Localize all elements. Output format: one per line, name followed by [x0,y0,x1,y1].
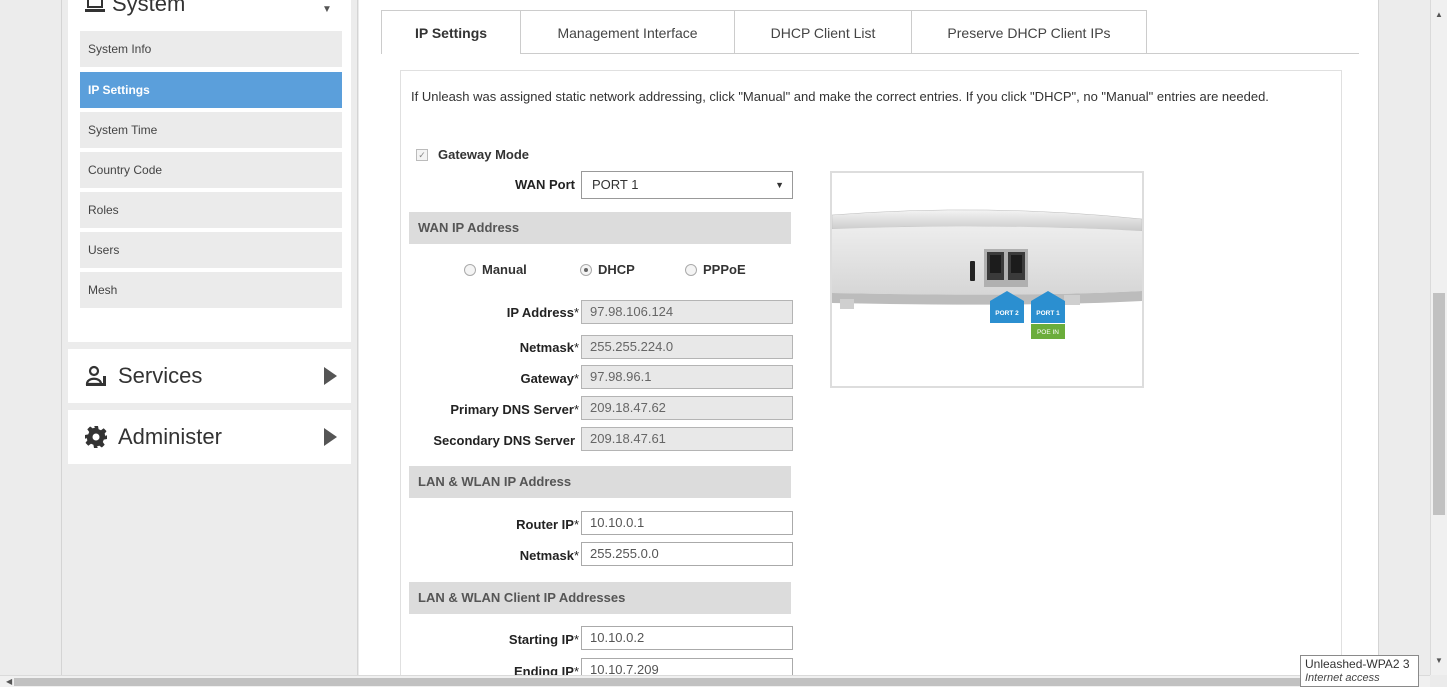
gateway-mode-row: ✓ Gateway Mode [416,147,529,162]
network-name: Unleashed-WPA2 3 [1305,657,1410,671]
horizontal-scroll-thumb[interactable] [14,678,1314,686]
administer-label: Administer [118,424,222,449]
vertical-scroll-thumb[interactable] [1433,293,1445,515]
sidebar-item-system-info[interactable]: System Info [80,31,342,67]
right-gutter [1378,0,1430,675]
tab-underline [381,53,1359,54]
netmask-label: Netmask* [519,340,579,355]
gear-icon [85,426,107,448]
radio-manual[interactable]: Manual [464,262,527,277]
device-port-image: PORT 2 PORT 1 POE IN [830,171,1144,388]
sidebar-item-mesh[interactable]: Mesh [80,272,342,308]
services-label: Services [118,363,203,388]
gateway-mode-checkbox[interactable]: ✓ [416,148,428,161]
radio-pppoe-label: PPPoE [703,262,746,277]
scroll-up-icon[interactable]: ▲ [1435,10,1443,19]
network-status: Internet access [1305,672,1380,684]
sidebar-item-system-time[interactable]: System Time [80,112,342,148]
radio-dhcp-label: DHCP [598,262,635,277]
sidebar: System ▼ System Info IP Settings System … [61,0,358,675]
sidebar-item-ip-settings[interactable]: IP Settings [80,72,342,108]
primary-dns-field[interactable]: 209.18.47.62 [581,396,793,420]
router-ip-label: Router IP* [516,517,579,532]
tab-preserve-dhcp-client-ips[interactable]: Preserve DHCP Client IPs [911,10,1147,54]
administer-section-button[interactable]: Administer [68,410,351,464]
scroll-left-icon[interactable]: ◀ [6,677,12,686]
page: System ▼ System Info IP Settings System … [0,0,1447,687]
laptop-icon [85,0,105,12]
ip-address-field[interactable]: 97.98.106.124 [581,300,793,324]
lan-ip-section-header: LAN & WLAN IP Address [409,466,791,498]
access-point-illustration: PORT 2 PORT 1 POE IN [832,209,1142,339]
expand-arrow-icon [324,428,337,446]
horizontal-scrollbar[interactable]: ◀ [0,675,1430,687]
sidebar-item-country-code[interactable]: Country Code [80,152,342,188]
tab-management-interface[interactable]: Management Interface [520,10,735,54]
gateway-label: Gateway* [520,371,579,386]
lan-netmask-field[interactable]: 255.255.0.0 [581,542,793,566]
radio-pppoe[interactable]: PPPoE [685,262,746,277]
intro-text: If Unleash was assigned static network a… [411,89,1269,104]
primary-dns-label: Primary DNS Server* [450,402,579,417]
radio-dhcp-button[interactable] [580,263,592,276]
wan-port-select[interactable]: PORT 1 ▼ [581,171,793,199]
chevron-down-icon[interactable]: ▼ [322,4,332,15]
wan-port-label: WAN Port [515,177,575,192]
sidebar-item-roles[interactable]: Roles [80,192,342,228]
gateway-field[interactable]: 97.98.96.1 [581,365,793,389]
ip-address-label: IP Address* [506,305,579,320]
secondary-dns-label: Secondary DNS Server [433,433,575,448]
dropdown-arrow-icon: ▼ [775,180,784,190]
router-ip-field[interactable]: 10.10.0.1 [581,511,793,535]
tab-dhcp-client-list[interactable]: DHCP Client List [734,10,912,54]
radio-manual-label: Manual [482,262,527,277]
network-tooltip: Unleashed-WPA2 3 Internet access [1300,655,1419,687]
poe-in-label: POE IN [1037,329,1059,336]
services-section-button[interactable]: Services [68,349,351,403]
port2-label: PORT 2 [995,310,1019,317]
scroll-down-icon[interactable]: ▼ [1435,656,1443,665]
radio-pppoe-button[interactable] [685,263,697,276]
system-panel: System ▼ System Info IP Settings System … [68,0,351,342]
netmask-field[interactable]: 255.255.224.0 [581,335,793,359]
tab-ip-settings[interactable]: IP Settings [381,10,521,54]
system-header[interactable]: System [84,0,185,16]
client-ip-section-header: LAN & WLAN Client IP Addresses [409,582,791,614]
gateway-mode-label: Gateway Mode [438,147,530,162]
sidebar-item-users[interactable]: Users [80,232,342,268]
left-gutter [0,0,61,675]
wan-ip-section-header: WAN IP Address [409,212,791,244]
services-icon [85,365,106,386]
lan-netmask-label: Netmask* [519,548,579,563]
tab-bar: IP Settings Management Interface DHCP Cl… [381,10,1147,54]
expand-arrow-icon [324,367,337,385]
wan-port-value: PORT 1 [592,177,639,192]
starting-ip-field[interactable]: 10.10.0.2 [581,626,793,650]
vertical-scrollbar[interactable]: ▲ ▼ [1430,0,1447,675]
starting-ip-label: Starting IP* [508,632,579,647]
secondary-dns-field[interactable]: 209.18.47.61 [581,427,793,451]
port1-label: PORT 1 [1036,310,1060,317]
radio-dhcp[interactable]: DHCP [580,262,635,277]
system-title: System [112,0,186,16]
radio-manual-button[interactable] [464,263,476,276]
